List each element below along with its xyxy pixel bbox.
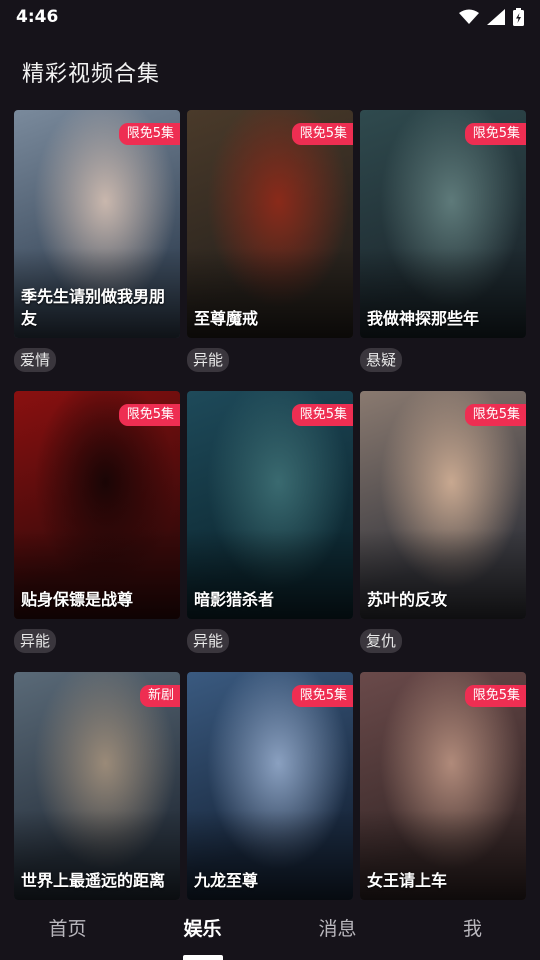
video-title: 至尊魔戒 xyxy=(194,309,259,328)
free-episodes-badge: 限免5集 xyxy=(464,404,526,426)
status-time: 4:46 xyxy=(16,7,59,27)
tab-label: 娱乐 xyxy=(183,918,222,940)
tab-1[interactable]: 娱乐 xyxy=(135,900,270,960)
bottom-tab-bar: 首页 娱乐 消息 我 xyxy=(0,900,540,960)
video-poster[interactable]: 限免5集九龙至尊 xyxy=(187,672,353,900)
video-poster[interactable]: 限免5集女王请上车 xyxy=(360,672,526,900)
video-card[interactable]: 限免5集季先生请别做我男朋友爱情 xyxy=(14,110,180,391)
tab-2[interactable]: 消息 xyxy=(270,900,405,960)
tab-0[interactable]: 首页 xyxy=(0,900,135,960)
battery-icon xyxy=(513,8,524,26)
free-episodes-badge: 限免5集 xyxy=(291,685,353,707)
wifi-icon xyxy=(459,9,479,24)
free-episodes-badge: 限免5集 xyxy=(118,123,180,145)
video-card[interactable]: 限免5集苏叶的反攻复仇 xyxy=(360,391,526,672)
genre-tag[interactable]: 异能 xyxy=(14,629,57,653)
tab-3[interactable]: 我 xyxy=(405,900,540,960)
free-episodes-badge: 限免5集 xyxy=(464,685,526,707)
section-title: 精彩视频合集 xyxy=(22,62,161,87)
video-poster[interactable]: 限免5集贴身保镖是战尊 xyxy=(14,391,180,619)
free-episodes-badge: 限免5集 xyxy=(464,123,526,145)
video-card[interactable]: 限免5集我做神探那些年悬疑 xyxy=(360,110,526,391)
video-title: 贴身保镖是战尊 xyxy=(21,590,134,609)
video-title: 季先生请别做我男朋友 xyxy=(21,287,166,328)
video-poster[interactable]: 新剧世界上最遥远的距离 xyxy=(14,672,180,900)
video-grid: 限免5集 季先生请别做我男朋友 爱情 限免5集 至尊魔戒 异能 限免5集 我做神探那些年 悬疑限… xyxy=(14,110,526,953)
tab-label: 首页 xyxy=(48,918,87,940)
video-card[interactable]: 限免5集暗影猎杀者异能 xyxy=(187,391,353,672)
free-episodes-badge: 限免5集 xyxy=(291,123,353,145)
tab-label: 消息 xyxy=(318,918,357,940)
video-poster[interactable]: 限免5集我做神探那些年 xyxy=(360,110,526,338)
video-poster[interactable]: 限免5集季先生请别做我男朋友 xyxy=(14,110,180,338)
genre-tag[interactable]: 爱情 xyxy=(14,348,57,372)
video-poster[interactable]: 限免5集苏叶的反攻 xyxy=(360,391,526,619)
video-title: 苏叶的反攻 xyxy=(367,590,448,609)
genre-tag[interactable]: 复仇 xyxy=(360,629,403,653)
genre-tag[interactable]: 悬疑 xyxy=(360,348,403,372)
video-title: 世界上最遥远的距离 xyxy=(21,871,166,890)
active-tab-indicator xyxy=(182,955,223,960)
video-poster[interactable]: 限免5集至尊魔戒 xyxy=(187,110,353,338)
video-card[interactable]: 限免5集至尊魔戒异能 xyxy=(187,110,353,391)
video-poster[interactable]: 限免5集暗影猎杀者 xyxy=(187,391,353,619)
video-title: 暗影猎杀者 xyxy=(194,590,275,609)
video-title: 我做神探那些年 xyxy=(367,309,480,328)
status-icons xyxy=(459,8,524,26)
video-card[interactable]: 限免5集贴身保镖是战尊异能 xyxy=(14,391,180,672)
genre-tag[interactable]: 异能 xyxy=(187,348,230,372)
free-episodes-badge: 限免5集 xyxy=(291,404,353,426)
genre-tag[interactable]: 异能 xyxy=(187,629,230,653)
video-title: 九龙至尊 xyxy=(194,871,259,890)
free-episodes-badge: 新剧 xyxy=(139,685,180,707)
status-bar: 4:46 xyxy=(0,0,540,34)
video-title: 女王请上车 xyxy=(367,871,448,890)
tab-label: 我 xyxy=(462,918,482,940)
signal-icon xyxy=(487,9,505,25)
free-episodes-badge: 限免5集 xyxy=(118,404,180,426)
